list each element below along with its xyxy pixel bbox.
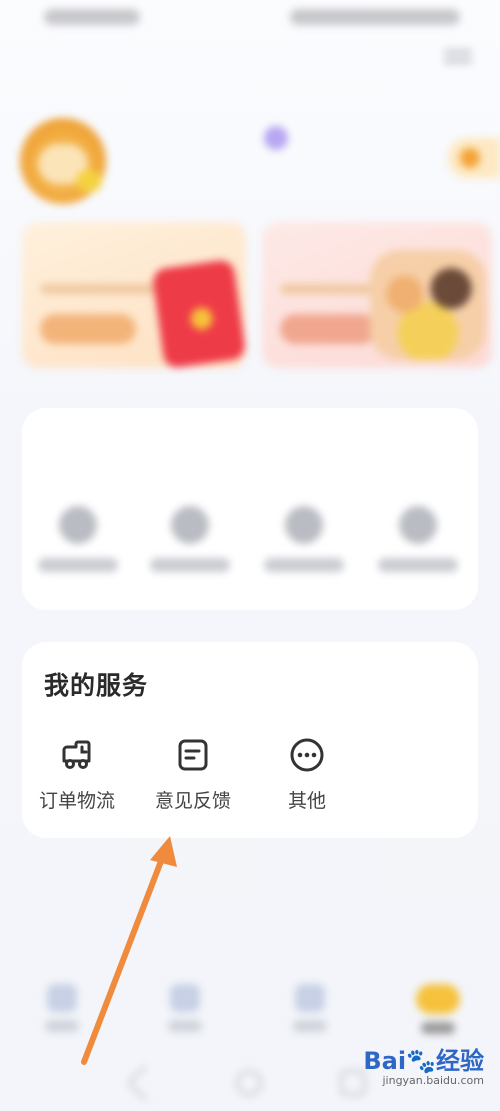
truck-icon [62, 740, 91, 769]
tool-item-1[interactable] [28, 506, 128, 572]
status-bar [0, 0, 500, 36]
more-icon [290, 738, 324, 772]
watermark-brand: Bai🐾经验 [363, 1047, 484, 1075]
service-label: 其他 [287, 790, 326, 812]
home-icon[interactable] [236, 1070, 262, 1096]
avatar[interactable] [20, 118, 106, 204]
service-other[interactable]: 其他 [252, 736, 362, 813]
recent-apps-icon[interactable] [340, 1070, 366, 1096]
study-tools-card [22, 408, 478, 610]
tool-icon-3 [285, 506, 323, 544]
tab-2[interactable] [155, 984, 215, 1032]
tab-1[interactable] [32, 984, 92, 1032]
bottom-tab-bar [0, 968, 500, 1038]
paw-icon: 🐾 [406, 1047, 436, 1075]
tool-item-3[interactable] [254, 506, 354, 572]
promo-button[interactable] [280, 314, 376, 344]
profile-tag[interactable] [448, 138, 500, 178]
status-time [44, 9, 140, 25]
menu-icon[interactable] [444, 50, 472, 74]
tab-3[interactable] [280, 984, 340, 1032]
watermark: Bai🐾经验 jingyan.baidu.com [363, 1041, 484, 1087]
red-envelope-icon [151, 258, 246, 368]
back-icon[interactable] [126, 1064, 164, 1102]
vip-badge-icon [264, 126, 288, 150]
tool-icon-4 [399, 506, 437, 544]
promo-card-1[interactable] [22, 222, 246, 368]
tool-icon-1 [59, 506, 97, 544]
people-illustration [370, 250, 486, 360]
tab-icon [170, 984, 200, 1012]
tool-item-2[interactable] [140, 506, 240, 572]
service-order-logistics[interactable]: 订单物流 [22, 736, 132, 813]
tab-icon [47, 984, 77, 1012]
tab-icon [416, 984, 460, 1014]
watermark-url: jingyan.baidu.com [382, 1074, 484, 1087]
promo-button[interactable] [40, 314, 136, 344]
feedback-icon [178, 739, 208, 771]
service-feedback[interactable]: 意见反馈 [138, 736, 248, 813]
tool-icon-2 [171, 506, 209, 544]
promo-card-2[interactable] [262, 222, 492, 368]
tab-icon [295, 984, 325, 1012]
tool-item-4[interactable] [368, 506, 468, 572]
service-label: 订单物流 [38, 790, 115, 812]
service-label: 意见反馈 [154, 790, 231, 812]
status-indicators [290, 9, 460, 25]
my-services-card: 我的服务 订单物流 意见反馈 其他 [22, 642, 478, 838]
tab-mine[interactable] [408, 984, 468, 1034]
my-services-title: 我的服务 [44, 671, 149, 700]
